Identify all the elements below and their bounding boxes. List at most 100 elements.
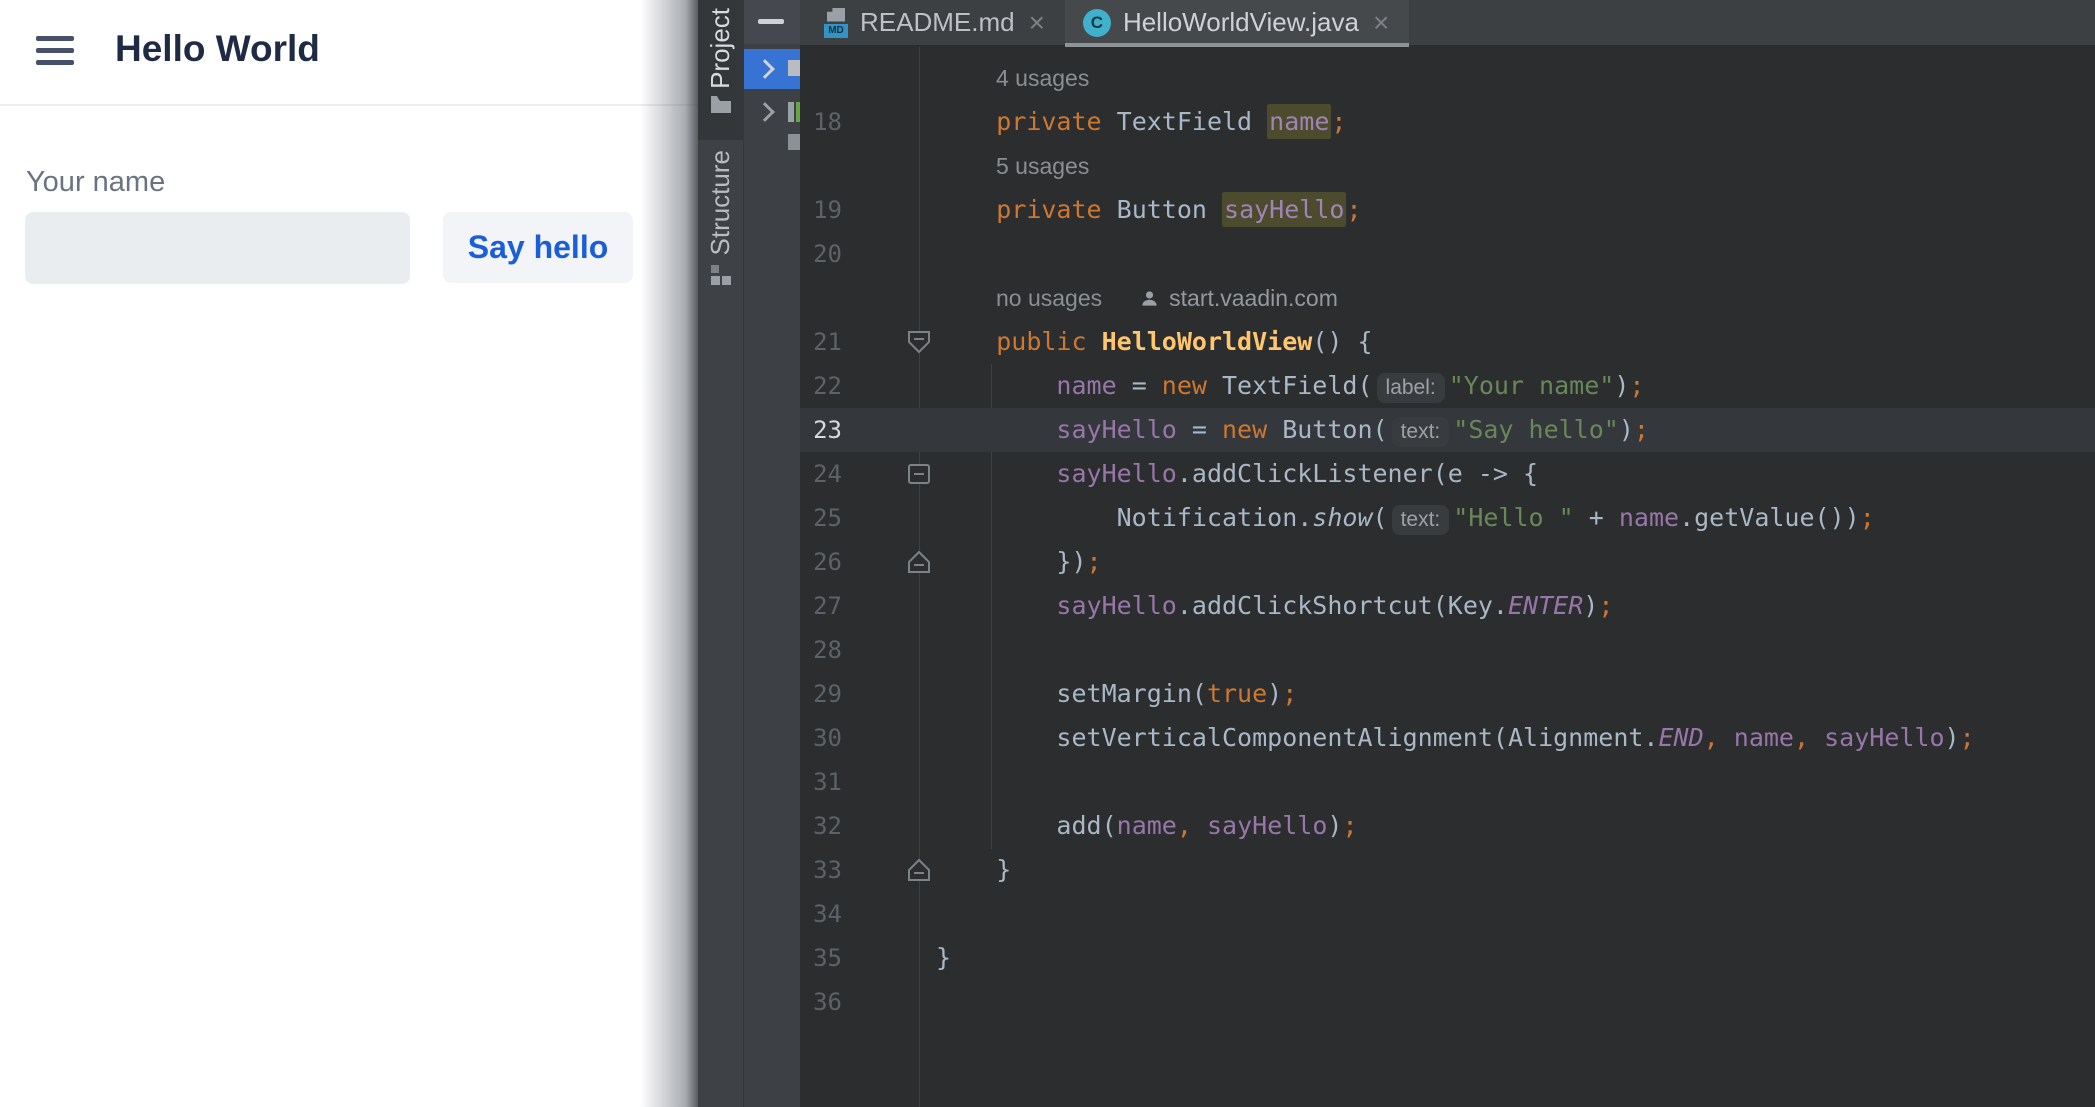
code-line-28[interactable]: 28	[800, 628, 2095, 672]
line-number: 22	[800, 364, 842, 408]
tree-item[interactable]	[744, 92, 800, 132]
inlay-hint-line[interactable]: no usagesstart.vaadin.com	[800, 276, 2095, 320]
close-tab-icon[interactable]: ×	[1371, 9, 1391, 37]
line-number: 32	[800, 804, 842, 848]
tab-helloworldview-label: HelloWorldView.java	[1123, 7, 1359, 38]
code-line-19[interactable]: 19 private Button sayHello;	[800, 188, 2095, 232]
panel-hide-button[interactable]	[744, 0, 800, 44]
ide-window: Project Structure	[698, 0, 2095, 1107]
inlay-parameter-hint: label:	[1377, 373, 1445, 403]
code-line-20[interactable]: 20	[800, 232, 2095, 276]
window-edge-shadow	[640, 0, 698, 1107]
app-header: Hello World	[0, 0, 700, 106]
screen: Hello World Your name Say hello Project …	[0, 0, 2095, 1107]
inlay-parameter-hint: text:	[1392, 505, 1450, 535]
editor-pane: MD README.md × C HelloWorldView.java × 4…	[800, 0, 2095, 1107]
chevron-right-icon	[755, 102, 775, 122]
fold-marker-icon[interactable]	[904, 461, 934, 487]
code-line-36[interactable]: 36	[800, 980, 2095, 1024]
close-tab-icon[interactable]: ×	[1027, 9, 1047, 37]
folder-icon	[788, 60, 800, 76]
inlay-parameter-hint: text:	[1392, 417, 1450, 447]
page-title: Hello World	[115, 28, 320, 70]
tab-helloworldview[interactable]: C HelloWorldView.java ×	[1065, 0, 1409, 45]
code-text: setVerticalComponentAlignment(Alignment.…	[936, 716, 1975, 760]
name-field-label: Your name	[26, 166, 165, 199]
minimize-icon	[758, 19, 784, 24]
line-number: 26	[800, 540, 842, 584]
code-line-32[interactable]: 32 add(name, sayHello);	[800, 804, 2095, 848]
chevron-right-icon	[755, 59, 775, 79]
name-input[interactable]	[25, 212, 410, 284]
fold-marker-icon[interactable]	[904, 329, 934, 355]
file-icon	[788, 134, 800, 150]
code-text: sayHello = new Button(text:"Say hello");	[936, 408, 1649, 452]
inlay-hint-line[interactable]: 4 usages	[800, 56, 2095, 100]
code-line-23[interactable]: 23 sayHello = new Button(text:"Say hello…	[800, 408, 2095, 452]
line-number: 23	[800, 408, 842, 452]
code-text: public HelloWorldView() {	[936, 320, 1373, 364]
project-tool-label: Project	[705, 8, 736, 89]
project-tool-button[interactable]: Project	[698, 0, 743, 140]
tab-readme[interactable]: MD README.md ×	[806, 0, 1065, 45]
editor-tab-bar: MD README.md × C HelloWorldView.java ×	[800, 0, 2095, 47]
code-line-22[interactable]: 22 name = new TextField(label:"Your name…	[800, 364, 2095, 408]
say-hello-button[interactable]: Say hello	[443, 212, 633, 283]
code-line-25[interactable]: 25 Notification.show(text:"Hello " + nam…	[800, 496, 2095, 540]
fold-marker-icon[interactable]	[904, 549, 934, 575]
line-number: 24	[800, 452, 842, 496]
usages-inlay-hint[interactable]: no usagesstart.vaadin.com	[996, 276, 1338, 320]
line-number: 34	[800, 892, 842, 936]
code-text: sayHello.addClickShortcut(Key.ENTER);	[936, 584, 1613, 628]
line-number: 19	[800, 188, 842, 232]
line-number: 25	[800, 496, 842, 540]
tree-item[interactable]	[744, 132, 800, 158]
code-line-33[interactable]: 33 }	[800, 848, 2095, 892]
tool-window-strip: Project Structure	[698, 0, 744, 1107]
code-line-26[interactable]: 26 });	[800, 540, 2095, 584]
code-editor[interactable]: 4 usages18 private TextField name;5 usag…	[800, 47, 2095, 1107]
hamburger-menu-button[interactable]	[36, 36, 74, 68]
code-text: name = new TextField(label:"Your name");	[936, 364, 1644, 408]
code-line-30[interactable]: 30 setVerticalComponentAlignment(Alignme…	[800, 716, 2095, 760]
code-author-label[interactable]: start.vaadin.com	[1169, 276, 1338, 320]
structure-tool-label: Structure	[705, 150, 736, 256]
code-text: }	[936, 848, 1011, 892]
structure-tool-button[interactable]: Structure	[698, 150, 743, 300]
line-number: 27	[800, 584, 842, 628]
author-icon	[1140, 289, 1159, 308]
hamburger-bar	[36, 60, 74, 65]
code-line-35[interactable]: 35}	[800, 936, 2095, 980]
line-number: 35	[800, 936, 842, 980]
tree-item-selected[interactable]	[744, 49, 800, 89]
inlay-hint-line[interactable]: 5 usages	[800, 144, 2095, 188]
code-line-29[interactable]: 29 setMargin(true);	[800, 672, 2095, 716]
structure-icon	[710, 264, 732, 286]
code-text: sayHello.addClickListener(e -> {	[936, 452, 1538, 496]
fold-marker-icon[interactable]	[904, 857, 934, 883]
line-number: 29	[800, 672, 842, 716]
line-number: 30	[800, 716, 842, 760]
code-line-18[interactable]: 18 private TextField name;	[800, 100, 2095, 144]
usages-inlay-hint[interactable]: 4 usages	[996, 56, 1089, 100]
code-line-31[interactable]: 31	[800, 760, 2095, 804]
line-number: 21	[800, 320, 842, 364]
author-icon	[1140, 289, 1159, 308]
code-line-21[interactable]: 21 public HelloWorldView() {	[800, 320, 2095, 364]
code-line-24[interactable]: 24 sayHello.addClickListener(e -> {	[800, 452, 2095, 496]
code-text: private TextField name;	[936, 100, 1346, 144]
code-line-27[interactable]: 27 sayHello.addClickShortcut(Key.ENTER);	[800, 584, 2095, 628]
hamburger-bar	[36, 48, 74, 53]
usages-inlay-hint[interactable]: 5 usages	[996, 144, 1089, 188]
line-number: 18	[800, 100, 842, 144]
browser-app: Hello World Your name Say hello	[0, 0, 700, 1107]
line-number: 20	[800, 232, 842, 276]
code-line-34[interactable]: 34	[800, 892, 2095, 936]
code-text: setMargin(true);	[936, 672, 1297, 716]
folder-icon	[710, 95, 732, 114]
code-text: }	[936, 936, 951, 980]
code-text: add(name, sayHello);	[936, 804, 1358, 848]
module-icon	[788, 102, 794, 122]
java-class-icon: C	[1083, 9, 1111, 37]
hamburger-bar	[36, 36, 74, 41]
